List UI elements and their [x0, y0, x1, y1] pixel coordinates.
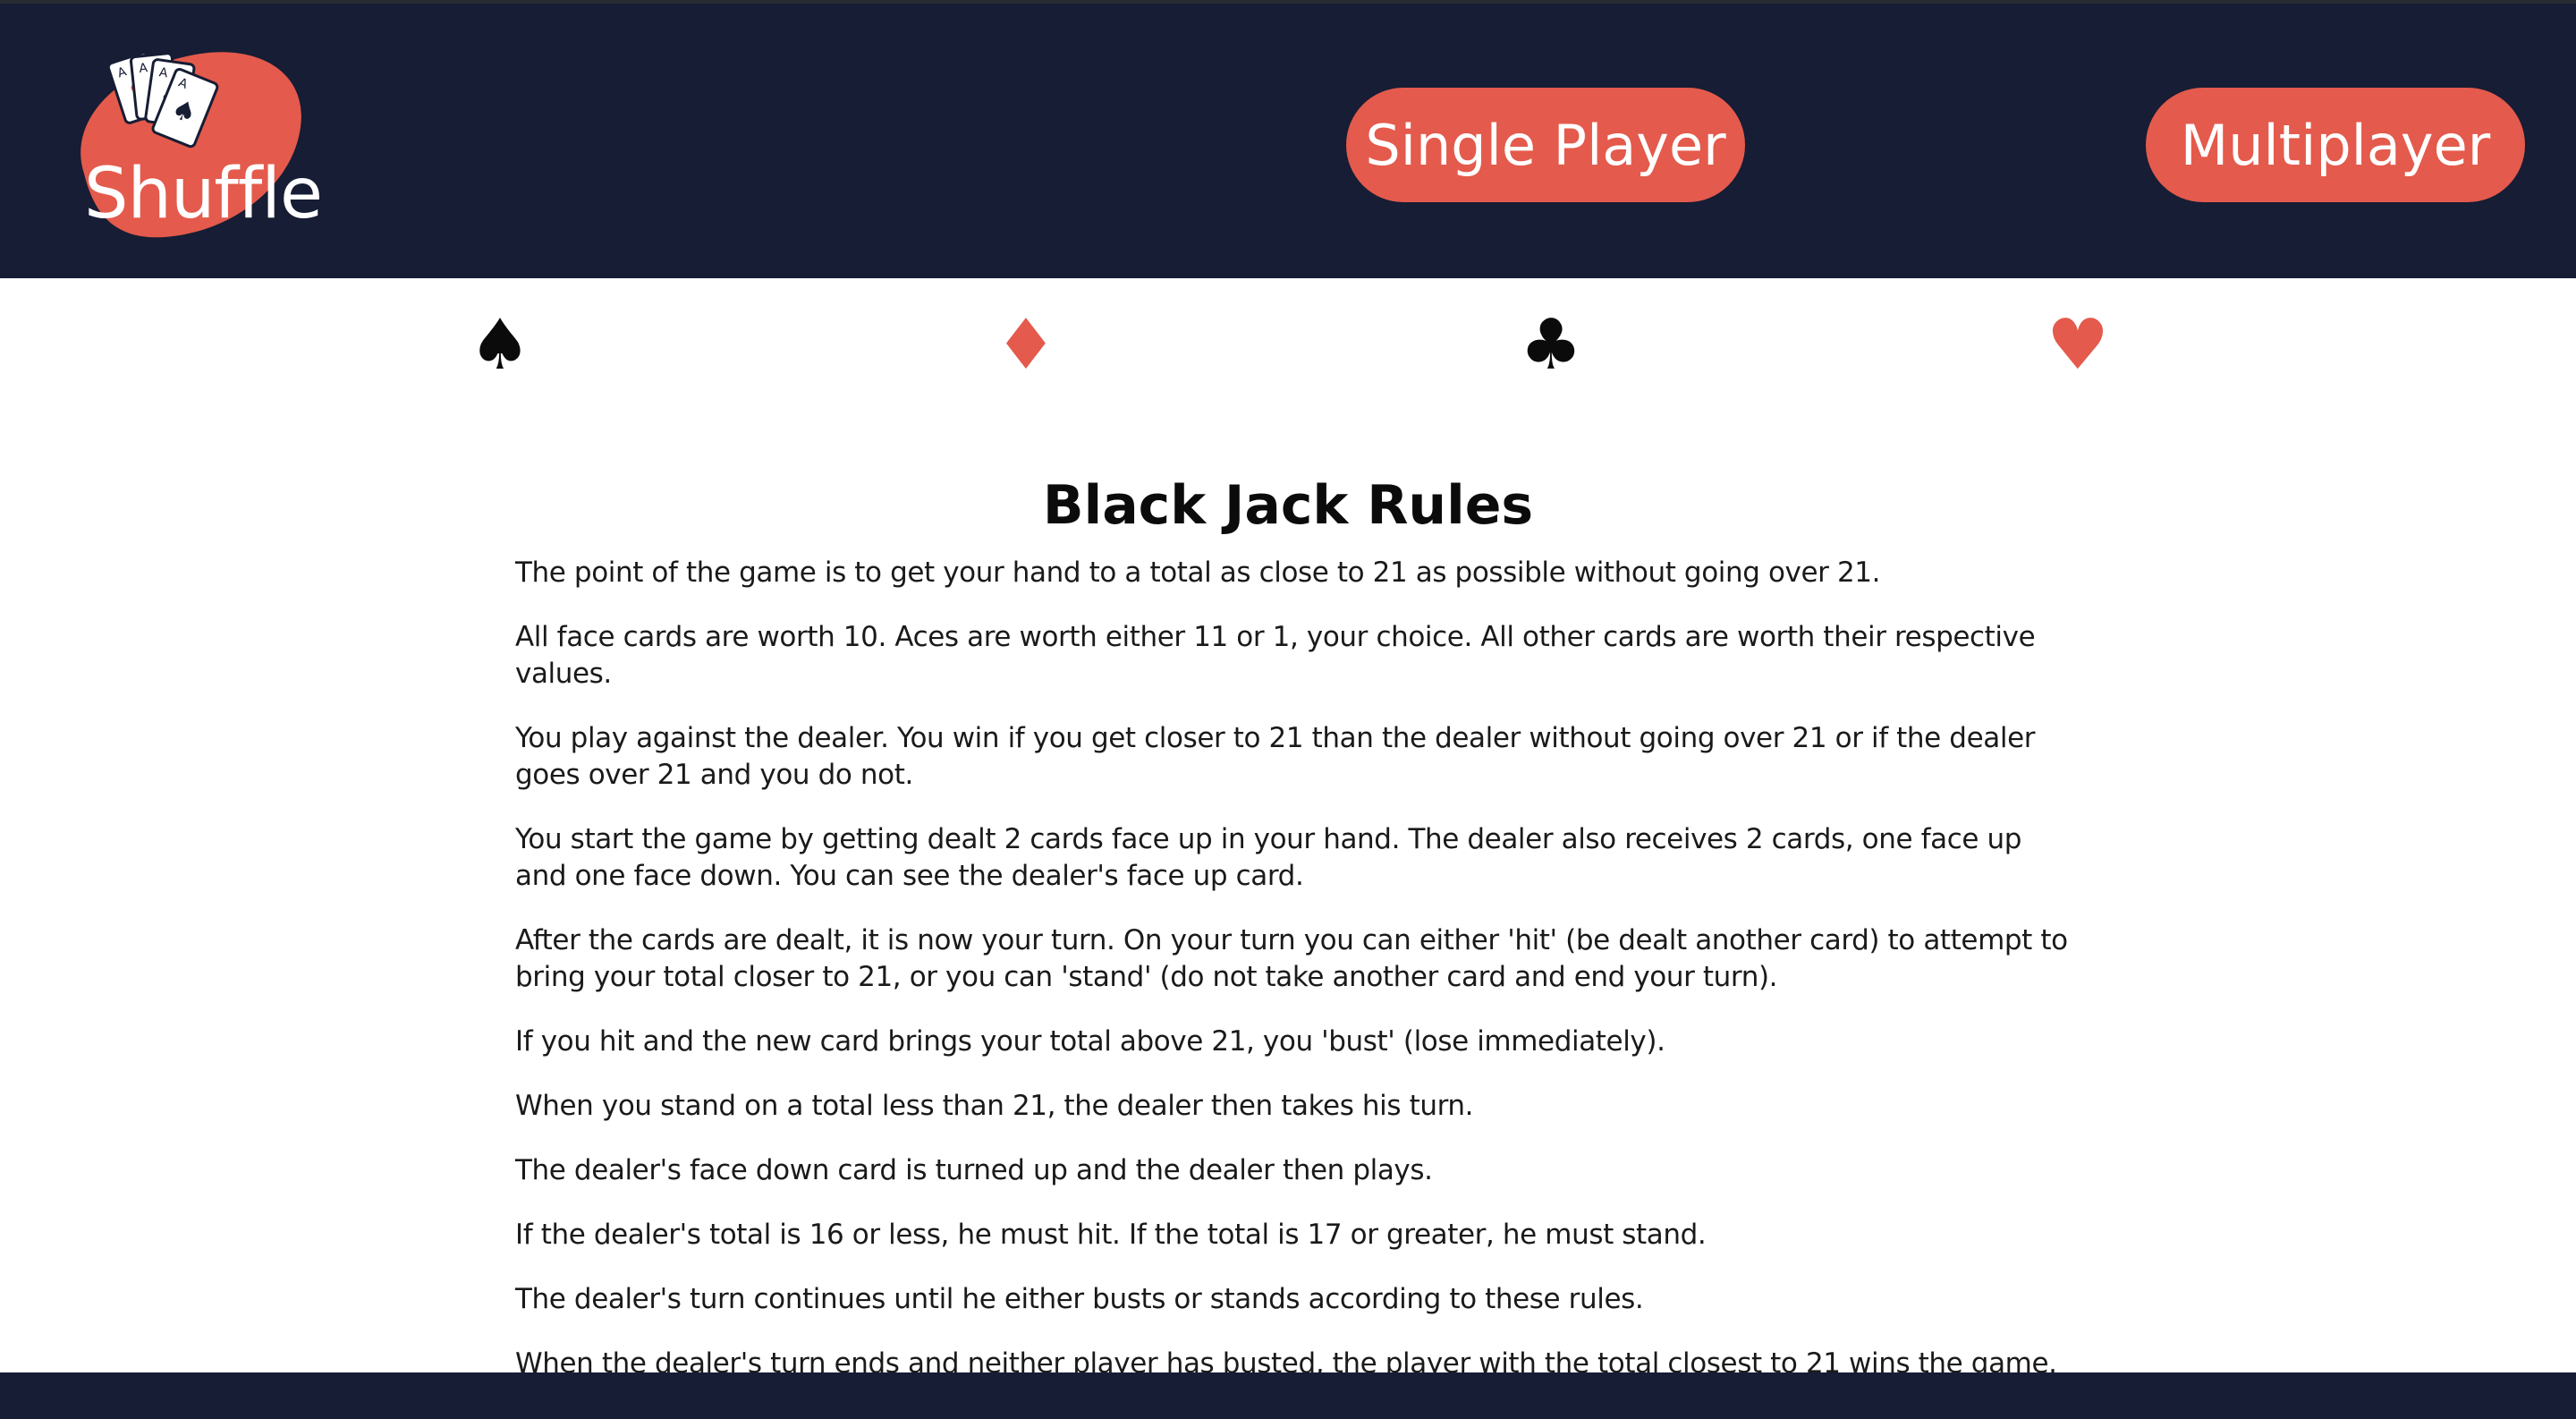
rule-item: All face cards are worth 10. Aces are wo… — [515, 621, 2036, 690]
rule-item: The dealer's face down card is turned up… — [515, 1154, 1433, 1186]
rule-item: If you hit and the new card brings your … — [515, 1025, 1665, 1058]
suit-row: ♠ ♦ ♣ ♥ — [0, 278, 2576, 404]
logo-text: Shuffle — [84, 154, 323, 234]
rule-item: When you stand on a total less than 21, … — [515, 1090, 1474, 1122]
diamond-icon: ♦ — [995, 305, 1057, 386]
rule-item: You start the game by getting dealt 2 ca… — [515, 823, 2021, 892]
rule-item: The dealer's turn continues until he eit… — [515, 1283, 1644, 1315]
heart-icon: ♥ — [2046, 305, 2109, 386]
club-icon: ♣ — [1520, 305, 1582, 386]
page-title: Black Jack Rules — [1042, 474, 1534, 538]
logo[interactable]: A ♥ A ♦ A ♣ A ♠ Shuffle — [66, 48, 323, 241]
rule-item: After the cards are dealt, it is now you… — [515, 924, 2068, 993]
spade-icon: ♠ — [469, 305, 531, 386]
site-header: A ♥ A ♦ A ♣ A ♠ Shuffle Single P — [0, 4, 2576, 278]
rule-item: The point of the game is to get your han… — [515, 557, 1881, 589]
site-footer — [0, 1372, 2576, 1419]
multiplayer-button[interactable]: Multiplayer — [2146, 88, 2525, 202]
rule-item: If the dealer's total is 16 or less, he … — [515, 1219, 1707, 1251]
rule-item: You play against the dealer. You win if … — [515, 722, 2036, 791]
rules-list: The point of the game is to get your han… — [515, 555, 2072, 1410]
single-player-button[interactable]: Single Player — [1346, 88, 1745, 202]
